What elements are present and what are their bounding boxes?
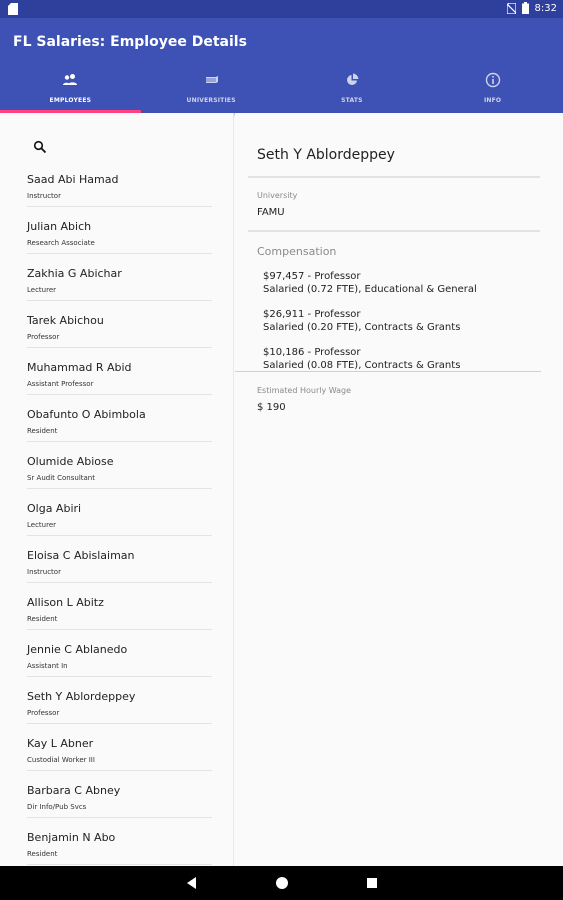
- compensation-type: Salaried (0.20 FTE), Contracts & Grants: [263, 322, 461, 333]
- employee-name: Kay L Abner: [27, 737, 94, 750]
- employee-name: Saad Abi Hamad: [27, 173, 119, 186]
- employee-name: Obafunto O Abimbola: [27, 408, 146, 421]
- divider: [248, 176, 540, 178]
- list-item[interactable]: Tarek Abichou Professor: [27, 301, 212, 348]
- employee-title: Lecturer: [27, 521, 57, 529]
- back-icon[interactable]: [185, 876, 199, 890]
- detail-employee-name: Seth Y Ablordeppey: [257, 147, 395, 163]
- employee-title: Instructor: [27, 568, 61, 576]
- compensation-amount: $97,457 - Professor: [263, 271, 361, 282]
- compensation-list: $97,457 - Professor Salaried (0.72 FTE),…: [263, 270, 543, 384]
- employee-title: Instructor: [27, 192, 61, 200]
- employee-title: Resident: [27, 615, 58, 623]
- employee-name: Zakhia G Abichar: [27, 267, 122, 280]
- compensation-item: $26,911 - Professor Salaried (0.20 FTE),…: [263, 308, 543, 346]
- no-sim-icon: [506, 2, 516, 14]
- employee-title: Professor: [27, 709, 60, 717]
- search-icon[interactable]: [33, 140, 47, 154]
- employee-name: Julian Abich: [27, 220, 92, 233]
- employee-name: Muhammad R Abid: [27, 361, 132, 374]
- employee-title: Dir Info/Pub Svcs: [27, 803, 87, 811]
- list-item[interactable]: Allison L Abitz Resident: [27, 583, 212, 630]
- employee-name: Seth Y Ablordeppey: [27, 690, 136, 703]
- tab-info[interactable]: INFO: [422, 68, 563, 113]
- tab-label: INFO: [483, 97, 502, 104]
- compensation-type: Salaried (0.72 FTE), Educational & Gener…: [263, 284, 477, 295]
- divider: [248, 230, 540, 232]
- app-bar: FL Salaries: Employee Details EMPLOYEES …: [0, 18, 563, 113]
- employee-name: Tarek Abichou: [27, 314, 104, 327]
- university-value: FAMU: [257, 207, 285, 218]
- pie-chart-icon: [346, 73, 359, 85]
- list-item[interactable]: Jennie C Ablanedo Assistant In: [27, 630, 212, 677]
- list-item[interactable]: Benjamin N Abo Resident: [27, 818, 212, 865]
- info-icon: [485, 72, 500, 88]
- compensation-label: Compensation: [257, 245, 337, 258]
- employee-title: Professor: [27, 333, 60, 341]
- list-item[interactable]: Saad Abi Hamad Instructor: [27, 160, 212, 207]
- status-bar: 8:32: [0, 0, 563, 18]
- employee-title: Lecturer: [27, 286, 57, 294]
- employee-title: Sr Audit Consultant: [27, 474, 95, 482]
- university-label: University: [257, 191, 298, 200]
- sd-card-icon: [8, 3, 18, 15]
- employee-title: Custodial Worker III: [27, 756, 95, 764]
- employee-name: Olumide Abiose: [27, 455, 114, 468]
- list-item[interactable]: Eloisa C Abislaiman Instructor: [27, 536, 212, 583]
- home-icon[interactable]: [275, 876, 289, 890]
- compensation-amount: $26,911 - Professor: [263, 309, 361, 320]
- list-item[interactable]: Olumide Abiose Sr Audit Consultant: [27, 442, 212, 489]
- list-item[interactable]: Julian Abich Research Associate: [27, 207, 212, 254]
- app-title: FL Salaries: Employee Details: [13, 34, 247, 50]
- list-item[interactable]: Zakhia G Abichar Lecturer: [27, 254, 212, 301]
- tab-employees[interactable]: EMPLOYEES: [0, 68, 141, 113]
- tab-bar: EMPLOYEES UNIVERSITIES STATS INFO: [0, 68, 563, 113]
- tab-label: EMPLOYEES: [49, 97, 92, 104]
- employee-name: Jennie C Ablanedo: [27, 643, 128, 656]
- status-icons: 8:32: [506, 2, 557, 14]
- employee-name: Allison L Abitz: [27, 596, 104, 609]
- employee-name: Benjamin N Abo: [27, 831, 116, 844]
- compensation-item: $97,457 - Professor Salaried (0.72 FTE),…: [263, 270, 543, 308]
- employee-list: Saad Abi Hamad Instructor Julian Abich Res…: [27, 160, 212, 865]
- hourly-wage-value: $ 190: [257, 402, 286, 413]
- list-item[interactable]: Kay L Abner Custodial Worker III: [27, 724, 212, 771]
- tab-label: UNIVERSITIES: [186, 97, 236, 104]
- list-item[interactable]: Seth Y Ablordeppey Professor: [27, 677, 212, 724]
- employee-title: Resident: [27, 427, 58, 435]
- people-icon: [63, 74, 78, 85]
- employee-title: Resident: [27, 850, 58, 858]
- compensation-amount: $10,186 - Professor: [263, 347, 361, 358]
- employee-title: Assistant Professor: [27, 380, 94, 388]
- list-item[interactable]: Barbara C Abney Dir Info/Pub Svcs: [27, 771, 212, 818]
- school-icon: [205, 76, 219, 83]
- employee-title: Research Associate: [27, 239, 95, 247]
- compensation-item: $10,186 - Professor Salaried (0.08 FTE),…: [263, 346, 543, 384]
- list-item[interactable]: Olga Abiri Lecturer: [27, 489, 212, 536]
- tab-universities[interactable]: UNIVERSITIES: [141, 68, 282, 113]
- hourly-wage-label: Estimated Hourly Wage: [257, 386, 352, 395]
- status-time: 8:32: [534, 2, 557, 14]
- employee-list-pane: Saad Abi Hamad Instructor Julian Abich Res…: [0, 113, 234, 866]
- system-nav-bar: [0, 866, 563, 900]
- divider: [235, 371, 541, 372]
- recents-icon[interactable]: [365, 876, 379, 890]
- employee-name: Barbara C Abney: [27, 784, 121, 797]
- employee-detail-pane: Seth Y Ablordeppey University FAMU Compe…: [235, 113, 563, 866]
- list-item[interactable]: Obafunto O Abimbola Resident: [27, 395, 212, 442]
- tab-label: STATS: [341, 97, 363, 104]
- employee-name: Olga Abiri: [27, 502, 82, 515]
- tab-stats[interactable]: STATS: [282, 68, 423, 113]
- employee-title: Assistant In: [27, 662, 68, 670]
- employee-name: Eloisa C Abislaiman: [27, 549, 135, 562]
- list-item[interactable]: Muhammad R Abid Assistant Professor: [27, 348, 212, 395]
- battery-icon: [521, 2, 529, 14]
